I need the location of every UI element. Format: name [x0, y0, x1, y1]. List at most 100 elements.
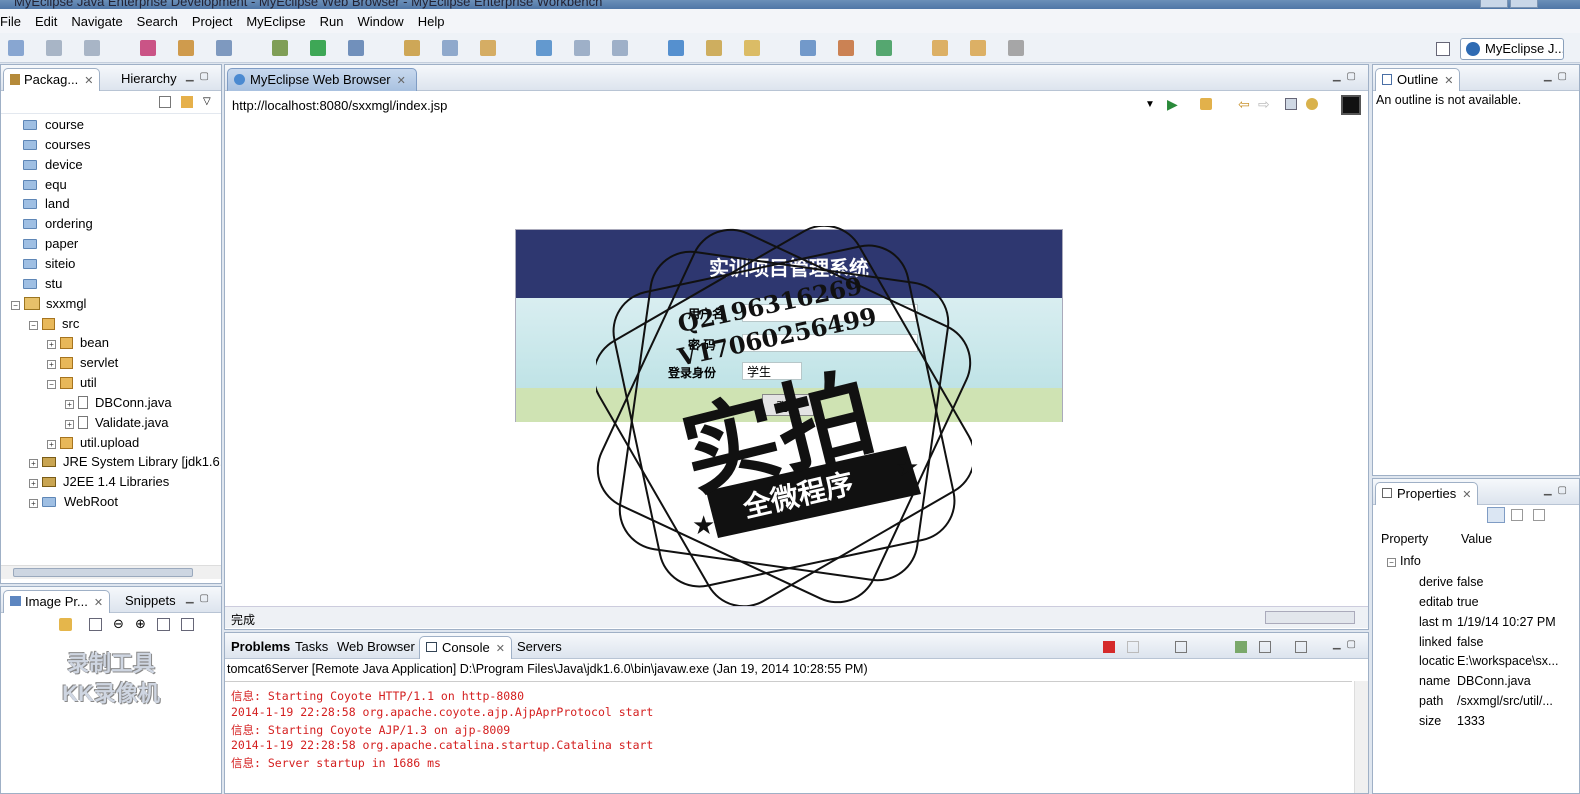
expand-icon[interactable]: + [29, 499, 38, 509]
menu-project[interactable]: Project [192, 14, 232, 29]
db-browser-icon[interactable] [744, 40, 760, 56]
tab-web-browser-view[interactable]: Web Browser [331, 636, 421, 659]
console-minmax-icons[interactable]: ▁▢ [1333, 639, 1362, 650]
expand-icon[interactable]: + [65, 419, 74, 429]
tree-item[interactable]: land [23, 196, 70, 216]
tab-problems[interactable]: Problems [225, 636, 296, 659]
expand-icon[interactable]: + [29, 479, 38, 489]
tree-item[interactable]: − sxxmgl [11, 296, 86, 316]
property-key[interactable]: path [1419, 694, 1457, 708]
tab-properties[interactable]: Properties ✕ [1375, 482, 1479, 505]
zoom-out-icon[interactable]: ⊖ [113, 616, 124, 632]
property-value[interactable]: true [1457, 595, 1479, 609]
print-icon[interactable] [140, 40, 156, 56]
save-all-icon[interactable] [84, 40, 100, 56]
menu-navigate[interactable]: Navigate [71, 14, 122, 29]
close-icon[interactable]: ✕ [496, 643, 505, 655]
tab-web-browser[interactable]: MyEclipse Web Browser ✕ [227, 68, 417, 91]
uml-icon[interactable] [800, 40, 816, 56]
open-perspective-icon[interactable] [1436, 42, 1450, 56]
actual-size-icon[interactable] [157, 618, 170, 631]
refresh-icon[interactable] [876, 40, 892, 56]
editor-minmax-icons[interactable]: ▁▢ [1333, 71, 1362, 82]
expand-icon[interactable]: + [65, 399, 74, 409]
tree-item[interactable]: + servlet [47, 355, 118, 375]
server-icon[interactable] [216, 40, 232, 56]
menu-search[interactable]: Search [137, 14, 178, 29]
new-java-project-icon[interactable] [442, 40, 458, 56]
tree-item[interactable]: + Validate.java [65, 415, 168, 435]
expand-icon[interactable]: − [11, 300, 20, 310]
tree-item[interactable]: course [23, 117, 84, 137]
go-icon[interactable]: ▶ [1167, 96, 1178, 113]
console-vertical-scrollbar[interactable] [1354, 681, 1368, 793]
search-icon[interactable] [574, 40, 590, 56]
view-menu-icon[interactable]: ▽ [203, 96, 211, 107]
link-editor-icon[interactable] [181, 96, 193, 108]
ant-icon[interactable] [838, 40, 854, 56]
role-select[interactable]: 学生 [742, 362, 802, 380]
image-editor-icon[interactable] [706, 40, 722, 56]
rotate-icon[interactable] [181, 618, 194, 631]
new-icon[interactable] [8, 40, 24, 56]
categories-icon[interactable] [1487, 507, 1505, 523]
run-icon[interactable] [310, 40, 326, 56]
tab-hierarchy[interactable]: Hierarchy [115, 68, 183, 91]
property-key[interactable]: name [1419, 674, 1457, 688]
tree-item[interactable]: ordering [23, 216, 93, 236]
open-type-icon[interactable] [612, 40, 628, 56]
zoom-in-icon[interactable]: ⊕ [135, 616, 146, 632]
tree-item[interactable]: − src [29, 316, 79, 336]
back-icon[interactable]: ⇦ [1238, 96, 1250, 113]
console-display-icon[interactable] [1259, 641, 1271, 653]
property-value[interactable]: false [1457, 575, 1483, 589]
console-pin-icon[interactable] [1235, 641, 1247, 653]
tree-item[interactable]: + bean [47, 335, 109, 355]
web-browser-icon[interactable] [668, 40, 684, 56]
browser-vertical-scrollbar[interactable] [1350, 120, 1364, 604]
expand-icon[interactable]: + [29, 459, 38, 469]
url-field[interactable] [232, 95, 1158, 115]
collapse-all-icon[interactable] [159, 96, 171, 108]
property-value[interactable]: DBConn.java [1457, 674, 1531, 688]
tree-item[interactable]: courses [23, 137, 91, 157]
tree-item[interactable]: device [23, 157, 83, 177]
close-icon[interactable]: ✕ [397, 75, 406, 87]
url-dropdown-icon[interactable]: ▼ [1145, 99, 1155, 110]
scrollbar-thumb[interactable] [13, 568, 193, 577]
debug-icon[interactable] [272, 40, 288, 56]
refresh-icon[interactable] [59, 618, 72, 631]
property-key[interactable]: linked [1419, 635, 1457, 649]
tree-item[interactable]: + DBConn.java [65, 395, 172, 415]
property-value[interactable]: E:\workspace\sx... [1457, 654, 1558, 668]
login-button[interactable]: 登录 [762, 394, 814, 416]
new-package-icon[interactable] [480, 40, 496, 56]
password-input[interactable] [742, 334, 918, 352]
expand-icon[interactable]: + [47, 439, 56, 449]
tab-package-explorer[interactable]: Packag... ✕ [3, 68, 101, 91]
restore-default-icon[interactable] [1533, 509, 1545, 521]
new-class-icon[interactable] [536, 40, 552, 56]
view-minmax-icons[interactable]: ▁▢ [186, 593, 215, 604]
view-minmax-icons[interactable]: ▁▢ [1544, 485, 1573, 496]
collapse-icon[interactable]: − [1387, 558, 1396, 567]
expand-icon[interactable]: − [47, 380, 56, 390]
username-input[interactable] [742, 304, 918, 322]
stop-icon[interactable] [1285, 98, 1297, 110]
menu-file[interactable]: File [0, 14, 21, 29]
property-key[interactable]: locatic [1419, 654, 1457, 668]
close-icon[interactable]: ✕ [84, 75, 93, 87]
tab-tasks[interactable]: Tasks [289, 636, 334, 659]
browser-stop-square-icon[interactable] [1341, 95, 1361, 115]
tree-item[interactable]: siteio [23, 256, 75, 276]
property-key[interactable]: editab [1419, 595, 1457, 609]
tree-item[interactable]: paper [23, 236, 78, 256]
tree-item[interactable]: + JRE System Library [jdk1.6.0 [29, 454, 221, 474]
forward-icon[interactable]: ⇨ [1258, 96, 1270, 113]
new-wizard-icon[interactable] [404, 40, 420, 56]
tree-item[interactable]: + J2EE 1.4 Libraries [29, 474, 169, 494]
console-remove-icon[interactable] [1127, 641, 1139, 653]
expand-icon[interactable]: + [47, 340, 56, 350]
fit-image-icon[interactable] [89, 618, 102, 631]
menu-help[interactable]: Help [418, 14, 445, 29]
